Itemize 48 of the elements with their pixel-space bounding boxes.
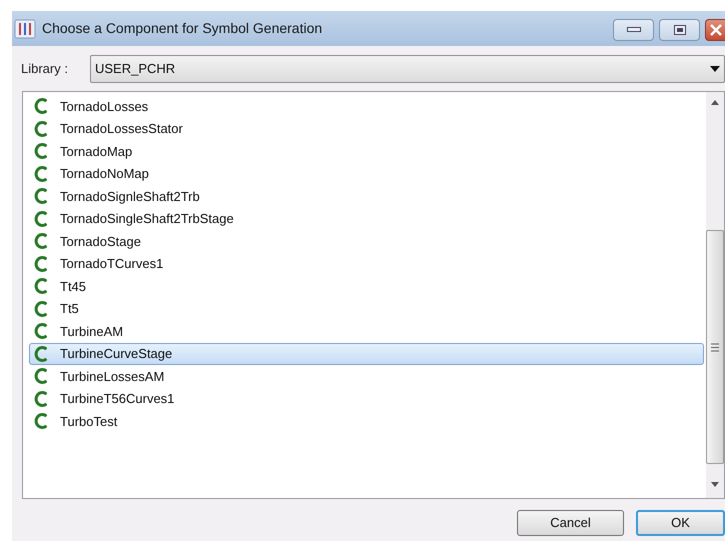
component-item[interactable]: TurbineCurveStage bbox=[29, 342, 704, 365]
component-icon bbox=[34, 188, 47, 204]
close-button[interactable] bbox=[705, 18, 725, 40]
component-icon bbox=[34, 323, 47, 340]
component-icon bbox=[34, 300, 47, 317]
scroll-down-icon bbox=[711, 482, 719, 487]
dropdown-arrow-icon bbox=[710, 66, 720, 72]
component-item[interactable]: TornadoSingleShaft2TrbStage bbox=[29, 208, 704, 230]
component-icon bbox=[34, 166, 47, 182]
component-item[interactable]: TornadoStage bbox=[29, 230, 704, 252]
component-item[interactable]: TurbineLossesAM bbox=[29, 365, 704, 388]
component-item[interactable]: Tt45 bbox=[29, 275, 704, 298]
component-icon bbox=[34, 368, 47, 384]
component-icon bbox=[34, 413, 47, 430]
component-item[interactable]: TornadoNoMap bbox=[29, 162, 704, 185]
minimize-icon bbox=[626, 27, 640, 32]
component-icon bbox=[34, 278, 47, 294]
component-icon bbox=[34, 210, 47, 227]
component-icon bbox=[34, 256, 47, 272]
maximize-button[interactable] bbox=[659, 18, 700, 40]
app-icon bbox=[14, 18, 36, 38]
component-icon bbox=[34, 120, 47, 137]
library-dropdown[interactable]: USER_PCHR bbox=[90, 54, 725, 82]
component-item[interactable]: TornadoTCurves1 bbox=[29, 252, 704, 275]
component-item[interactable]: Tt5 bbox=[29, 298, 704, 320]
maximize-icon bbox=[674, 24, 686, 34]
component-item[interactable]: TornadoMap bbox=[29, 140, 704, 162]
scroll-thumb[interactable] bbox=[706, 230, 724, 464]
scrollbar[interactable] bbox=[706, 92, 724, 498]
close-icon bbox=[709, 24, 723, 36]
component-item[interactable]: TurboTest bbox=[29, 410, 704, 432]
component-icon bbox=[34, 390, 47, 407]
window-title: Choose a Component for Symbol Generation bbox=[42, 19, 322, 38]
component-item[interactable]: TornadoLossesStator bbox=[29, 118, 704, 140]
scroll-up-icon bbox=[711, 100, 719, 105]
component-item[interactable]: TurbineT56Curves1 bbox=[29, 388, 704, 410]
grip-icon bbox=[711, 342, 719, 352]
dialog-button[interactable]: OK bbox=[636, 510, 725, 536]
component-icon bbox=[34, 143, 47, 160]
component-icon bbox=[34, 346, 47, 362]
component-icon bbox=[34, 233, 47, 250]
library-label: Library : bbox=[21, 60, 69, 78]
dialog-button[interactable]: Cancel bbox=[517, 510, 624, 536]
minimize-button[interactable] bbox=[613, 18, 654, 40]
component-item[interactable]: TornadoSignleShaft2Trb bbox=[29, 185, 704, 208]
component-icon bbox=[34, 98, 47, 114]
component-item[interactable]: TurbineAM bbox=[29, 320, 704, 342]
component-item[interactable]: TornadoLosses bbox=[29, 95, 704, 118]
